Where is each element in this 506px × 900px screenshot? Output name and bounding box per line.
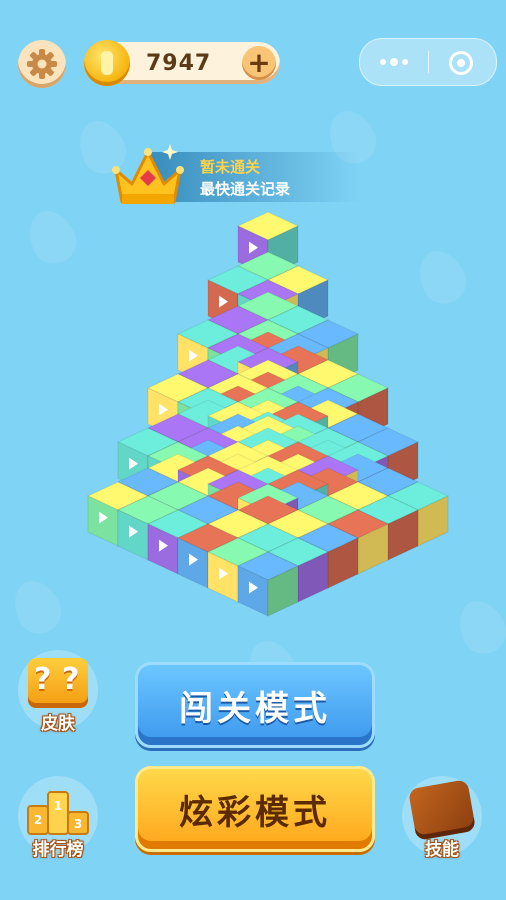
color-mode-button[interactable]: 炫彩模式 <box>135 766 375 852</box>
skin-label: 皮肤 <box>41 714 75 734</box>
skill-button[interactable]: 技能 <box>402 776 482 860</box>
skin-button[interactable]: ?? 皮肤 <box>18 650 98 734</box>
leaderboard-button[interactable]: 2 1 3 排行榜 <box>18 776 98 860</box>
question-box-icon: ?? <box>28 658 88 708</box>
level-mode-button[interactable]: 闯关模式 <box>135 662 375 748</box>
skill-book-icon <box>407 779 477 841</box>
svg-text:3: 3 <box>74 817 82 831</box>
svg-text:1: 1 <box>54 799 62 813</box>
podium-icon: 2 1 3 <box>27 791 89 835</box>
skill-label: 技能 <box>425 840 459 860</box>
leaderboard-label: 排行榜 <box>32 840 84 860</box>
cube[interactable] <box>236 551 300 617</box>
svg-text:2: 2 <box>34 813 42 827</box>
cube-pyramid[interactable] <box>0 0 506 900</box>
